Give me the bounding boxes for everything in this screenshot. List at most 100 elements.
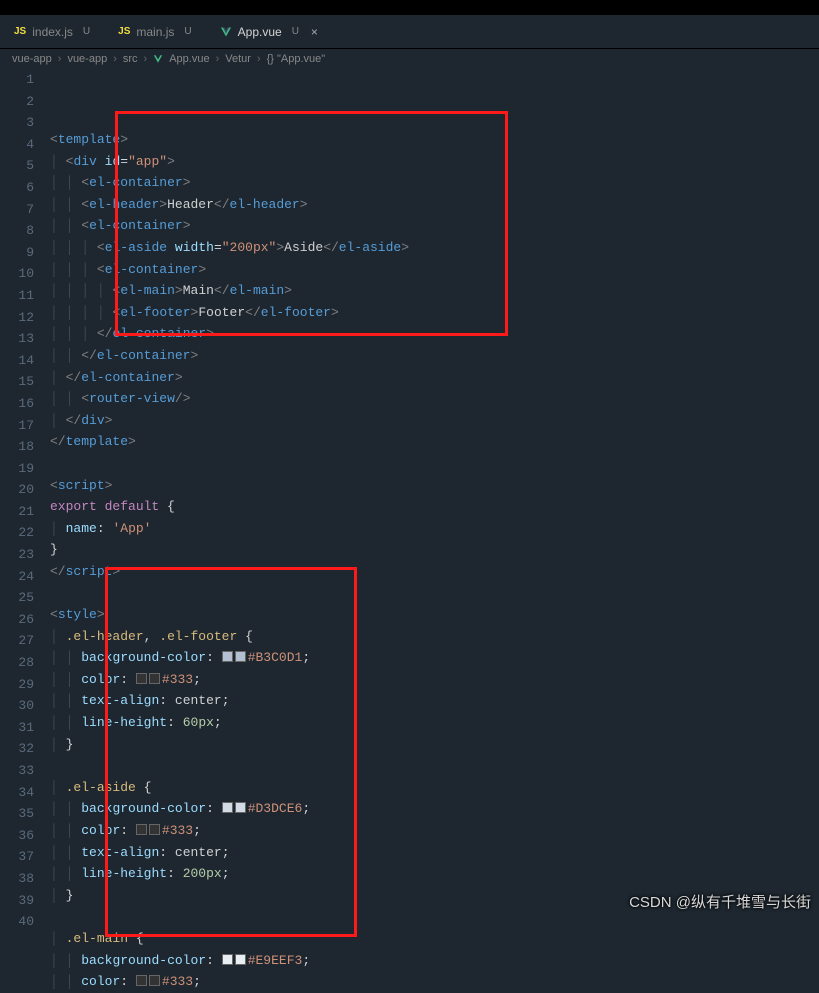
tabs-bar: JSindex.jsUJSmain.jsUApp.vueU× [0, 15, 819, 49]
code-line[interactable]: │ │ background-color: #E9EEF3; [50, 950, 819, 972]
code-area[interactable]: <template>│ <div id="app">│ │ <el-contai… [50, 69, 819, 932]
chevron-right-icon: › [58, 53, 62, 65]
line-number: 38 [0, 868, 34, 890]
code-line[interactable]: │ name: 'App' [50, 518, 819, 540]
code-line[interactable]: │ │ color: #333; [50, 971, 819, 993]
code-line[interactable]: <style> [50, 604, 819, 626]
tab-App-vue[interactable]: App.vue U × [206, 15, 332, 48]
code-line[interactable]: │ .el-main { [50, 928, 819, 950]
line-number: 21 [0, 501, 34, 523]
line-number: 32 [0, 738, 34, 760]
code-line[interactable]: │ .el-header, .el-footer { [50, 626, 819, 648]
code-line[interactable]: │ │ <el-header>Header</el-header> [50, 194, 819, 216]
code-line[interactable] [50, 906, 819, 928]
code-line[interactable]: } [50, 539, 819, 561]
line-gutter: 1234567891011121314151617181920212223242… [0, 69, 50, 932]
modified-indicator: U [184, 26, 191, 37]
code-line[interactable]: │ │ text-align: center; [50, 690, 819, 712]
modified-indicator: U [83, 26, 90, 37]
modified-indicator: U [292, 26, 299, 37]
code-line[interactable]: │ │ color: #333; [50, 669, 819, 691]
code-line[interactable]: │ │ │ </el-container> [50, 323, 819, 345]
line-number: 31 [0, 717, 34, 739]
line-number: 5 [0, 155, 34, 177]
line-number: 3 [0, 112, 34, 134]
code-line[interactable]: │ │ color: #333; [50, 820, 819, 842]
code-line[interactable]: <script> [50, 475, 819, 497]
vue-icon [220, 26, 232, 38]
line-number: 4 [0, 134, 34, 156]
breadcrumb-item[interactable]: {} "App.vue" [267, 53, 326, 65]
code-line[interactable]: │ </el-container> [50, 367, 819, 389]
code-line[interactable]: │ │ <el-container> [50, 215, 819, 237]
code-line[interactable] [50, 582, 819, 604]
vue-icon [153, 54, 163, 64]
menubar[interactable] [0, 0, 819, 15]
tab-label: App.vue [238, 25, 282, 39]
chevron-right-icon: › [144, 53, 148, 65]
line-number: 39 [0, 890, 34, 912]
line-number: 33 [0, 760, 34, 782]
code-line[interactable]: │ │ line-height: 60px; [50, 712, 819, 734]
code-line[interactable]: │ </div> [50, 410, 819, 432]
line-number: 20 [0, 479, 34, 501]
line-number: 19 [0, 458, 34, 480]
line-number: 30 [0, 695, 34, 717]
code-line[interactable]: │ │ background-color: #B3C0D1; [50, 647, 819, 669]
code-line[interactable] [50, 755, 819, 777]
line-number: 13 [0, 328, 34, 350]
code-line[interactable]: <template> [50, 129, 819, 151]
line-number: 17 [0, 415, 34, 437]
code-line[interactable]: │ │ │ <el-container> [50, 259, 819, 281]
line-number: 1 [0, 69, 34, 91]
line-number: 36 [0, 825, 34, 847]
line-number: 37 [0, 846, 34, 868]
code-line[interactable]: │ } [50, 885, 819, 907]
code-line[interactable]: export default { [50, 496, 819, 518]
code-line[interactable]: │ <div id="app"> [50, 151, 819, 173]
chevron-right-icon: › [113, 53, 117, 65]
code-line[interactable]: │ │ background-color: #D3DCE6; [50, 798, 819, 820]
line-number: 6 [0, 177, 34, 199]
line-number: 15 [0, 371, 34, 393]
line-number: 27 [0, 630, 34, 652]
line-number: 18 [0, 436, 34, 458]
code-line[interactable]: │ .el-aside { [50, 777, 819, 799]
breadcrumb-item[interactable]: App.vue [169, 53, 209, 65]
js-icon: JS [14, 26, 26, 37]
line-number: 12 [0, 307, 34, 329]
code-line[interactable]: │ │ │ │ <el-footer>Footer</el-footer> [50, 302, 819, 324]
js-icon: JS [118, 26, 130, 37]
line-number: 29 [0, 674, 34, 696]
chevron-right-icon: › [216, 53, 220, 65]
code-line[interactable]: </script> [50, 561, 819, 583]
breadcrumb-item[interactable]: src [123, 53, 138, 65]
code-line[interactable]: │ │ <el-container> [50, 172, 819, 194]
breadcrumb-item[interactable]: Vetur [225, 53, 251, 65]
line-number: 7 [0, 199, 34, 221]
code-line[interactable] [50, 453, 819, 475]
breadcrumb-item[interactable]: vue-app [12, 53, 52, 65]
code-line[interactable]: │ │ text-align: center; [50, 842, 819, 864]
code-line[interactable]: │ } [50, 734, 819, 756]
line-number: 24 [0, 566, 34, 588]
tab-main-js[interactable]: JS main.js U [104, 15, 205, 48]
tab-index-js[interactable]: JSindex.jsU [0, 15, 104, 48]
code-line[interactable]: </template> [50, 431, 819, 453]
code-line[interactable]: │ │ line-height: 200px; [50, 863, 819, 885]
line-number: 11 [0, 285, 34, 307]
code-line[interactable]: │ │ </el-container> [50, 345, 819, 367]
line-number: 23 [0, 544, 34, 566]
breadcrumb-item[interactable]: vue-app [67, 53, 107, 65]
code-line[interactable]: │ │ <router-view/> [50, 388, 819, 410]
editor[interactable]: 1234567891011121314151617181920212223242… [0, 69, 819, 932]
close-icon[interactable]: × [311, 25, 318, 39]
code-line[interactable]: │ │ │ │ <el-main>Main</el-main> [50, 280, 819, 302]
tab-label: main.js [136, 25, 174, 39]
line-number: 28 [0, 652, 34, 674]
line-number: 9 [0, 242, 34, 264]
breadcrumb[interactable]: vue-app › vue-app › src › App.vue › Vetur › {} "Ap… [0, 49, 819, 69]
line-number: 26 [0, 609, 34, 631]
code-line[interactable]: │ │ │ <el-aside width="200px">Aside</el-… [50, 237, 819, 259]
chevron-right-icon: › [257, 53, 261, 65]
